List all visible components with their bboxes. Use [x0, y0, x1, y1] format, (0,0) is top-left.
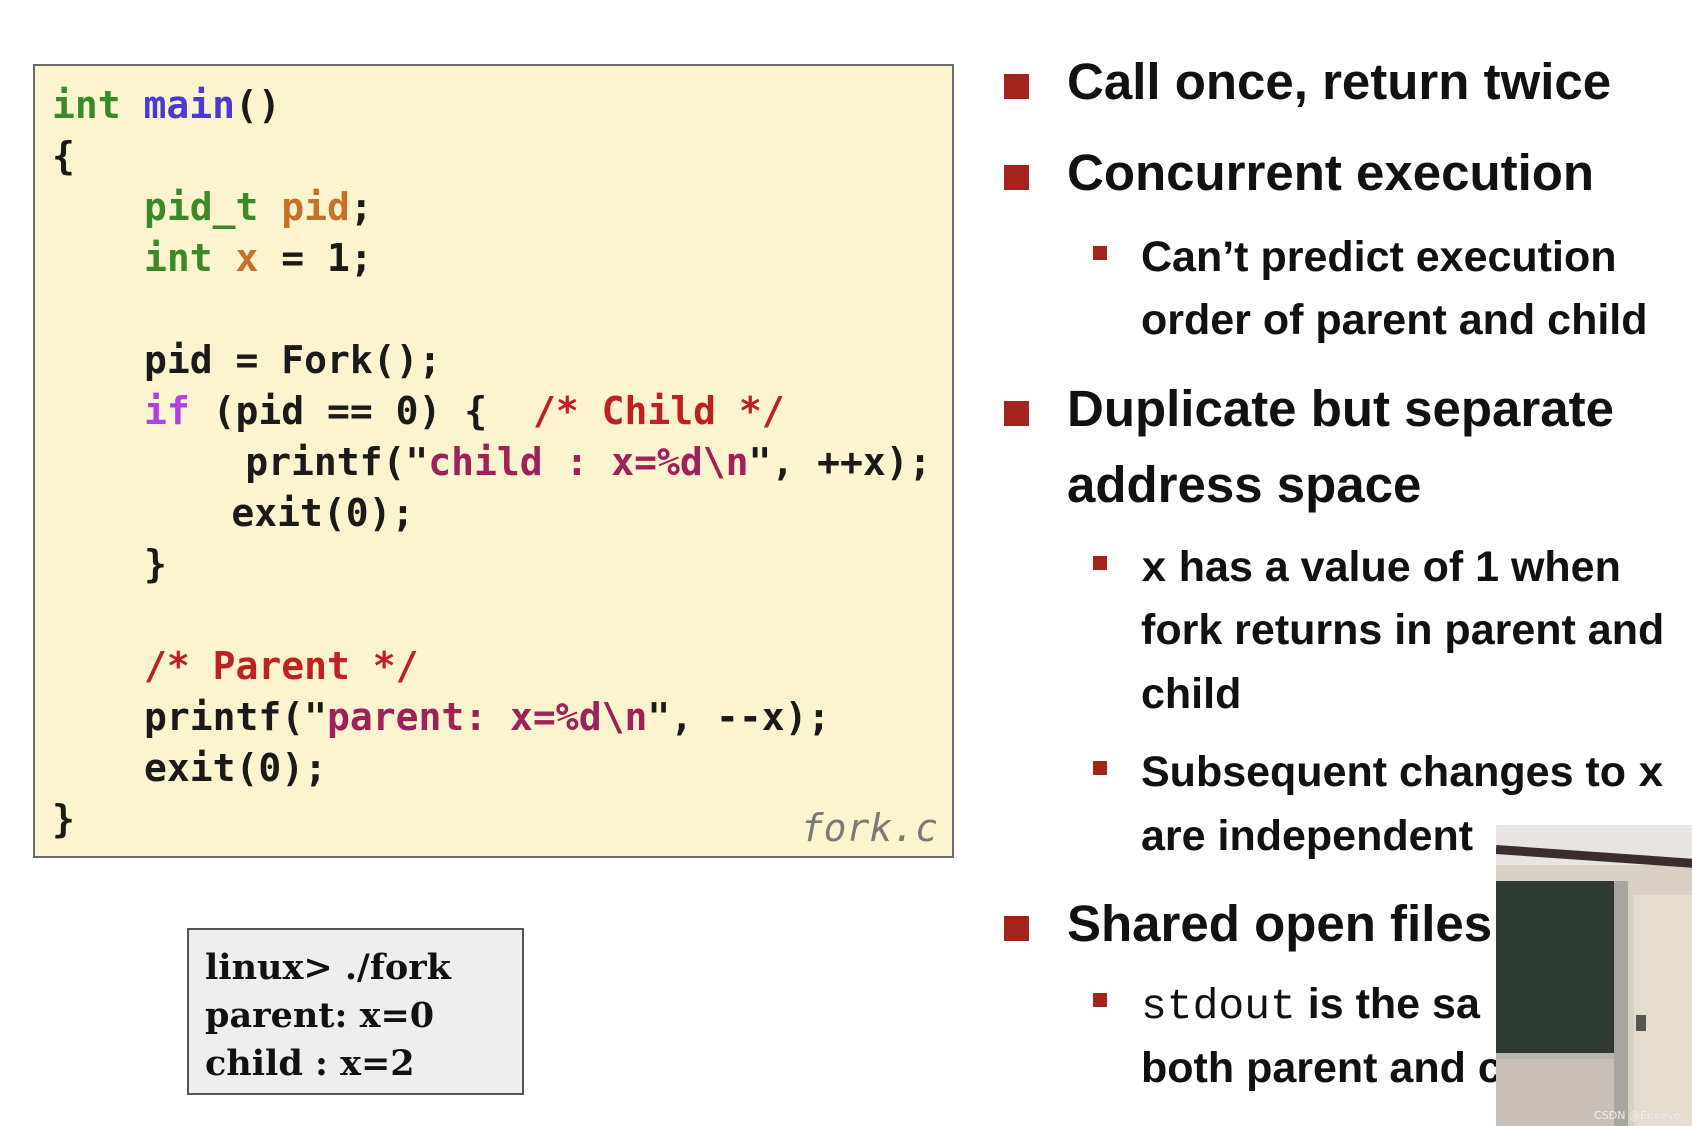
code-token: pid_t — [144, 185, 259, 229]
code-token: ", --x); — [647, 695, 831, 739]
pillar — [1614, 881, 1628, 1126]
watermark: CSDN @Eeeeye_ — [1594, 1109, 1686, 1122]
code-token: int — [52, 83, 121, 127]
wall — [1634, 895, 1692, 1126]
code-x: x — [1637, 750, 1664, 799]
sub-bullet-text-part: Subsequent changes to — [1141, 748, 1638, 796]
code-token: x — [235, 236, 259, 280]
code-token: main — [143, 83, 236, 127]
code-token: printf(" — [245, 440, 429, 484]
code-token: () — [235, 83, 281, 127]
sub-bullet-square-icon — [1093, 246, 1107, 260]
bullet-call-once: Call once, return twice — [1067, 53, 1612, 110]
code-token: exit(0); — [144, 746, 328, 790]
code-line: printf("child : x=%d\n", ++x); — [245, 437, 931, 488]
code-token: int — [144, 236, 213, 280]
bullet-shared-files: Shared open files — [1067, 895, 1493, 952]
bullet-concurrent: Concurrent execution — [1067, 144, 1595, 201]
code-token: /* Parent */ — [144, 644, 419, 688]
chalkboard — [1496, 881, 1618, 1053]
terminal-output: linux> ./fork parent: x=0 child : x=2 — [187, 928, 524, 1095]
code-line: } — [52, 794, 75, 845]
code-token: = 1; — [258, 236, 373, 280]
sub-bullet-text: both parent and c — [1141, 1044, 1502, 1092]
code-line: /* Parent */ — [144, 641, 419, 692]
code-line: if (pid == 0) { /* Child */ — [144, 386, 785, 437]
code-token: } — [52, 797, 75, 841]
code-stdout: stdout — [1141, 982, 1296, 1031]
code-filename: fork.c — [800, 806, 938, 850]
sub-bullet-square-icon — [1093, 993, 1107, 1007]
switch — [1636, 1015, 1646, 1031]
code-token: pid — [281, 185, 350, 229]
terminal-line: parent: x=0 — [205, 995, 435, 1036]
code-token: if — [144, 389, 190, 433]
terminal-line: child : x=2 — [205, 1043, 415, 1084]
sub-bullet-text: Can’t predict execution — [1141, 233, 1617, 281]
code-token: } — [144, 542, 167, 586]
bullet-duplicate: Duplicate but separate — [1067, 380, 1614, 437]
code-token: ", ++x); — [748, 440, 932, 484]
sub-bullet-text: are independent — [1141, 812, 1474, 860]
code-line: pid = Fork(); — [144, 335, 441, 386]
code-x: x — [1141, 545, 1167, 594]
sub-bullet-text: fork returns in parent and — [1141, 606, 1665, 654]
code-token: { — [52, 134, 75, 178]
lecture-video-thumbnail: CSDN @Eeeeye_ — [1496, 825, 1692, 1126]
code-token: parent: x=%d\n — [327, 695, 648, 739]
code-line: } — [144, 539, 167, 590]
code-line: exit(0); — [231, 488, 414, 539]
code-line: printf("parent: x=%d\n", --x); — [144, 692, 830, 743]
code-listing: int main(){pid_t pid; int x = 1; pid = For… — [33, 64, 954, 858]
code-line: pid_t pid; — [144, 182, 373, 233]
code-line: { — [52, 131, 75, 182]
code-token: pid = Fork(); — [144, 338, 442, 382]
sub-bullet-text-part: is the sa — [1295, 980, 1480, 1028]
code-token: exit(0); — [231, 491, 415, 535]
sub-bullet-text: Subsequent changes to x — [1141, 748, 1664, 799]
bullet-square-icon — [1004, 916, 1029, 941]
sub-bullet-square-icon — [1093, 556, 1107, 570]
sub-bullet-text-part: has a value of 1 when — [1166, 543, 1621, 591]
sub-bullet-square-icon — [1093, 761, 1107, 775]
code-token: /* Child */ — [532, 389, 785, 433]
code-line: int main() — [52, 80, 281, 131]
code-line: int x = 1; — [144, 233, 373, 284]
terminal-line: linux> ./fork — [205, 947, 451, 988]
code-token: printf(" — [144, 695, 328, 739]
bullet-square-icon — [1004, 74, 1029, 99]
sub-bullet-text: stdout is the sa — [1141, 980, 1480, 1031]
sub-bullet-text: x has a value of 1 when — [1141, 543, 1621, 594]
code-token: (pid == 0) { — [189, 389, 533, 433]
sub-bullet-text: order of parent and child — [1141, 296, 1648, 344]
code-token: child : x=%d\n — [428, 440, 749, 484]
bullet-duplicate-cont: address space — [1067, 456, 1422, 513]
code-line: exit(0); — [144, 743, 327, 794]
bullet-square-icon — [1004, 165, 1029, 190]
sub-bullet-text: child — [1141, 670, 1242, 718]
bullet-square-icon — [1004, 401, 1029, 426]
code-token: ; — [349, 185, 373, 229]
